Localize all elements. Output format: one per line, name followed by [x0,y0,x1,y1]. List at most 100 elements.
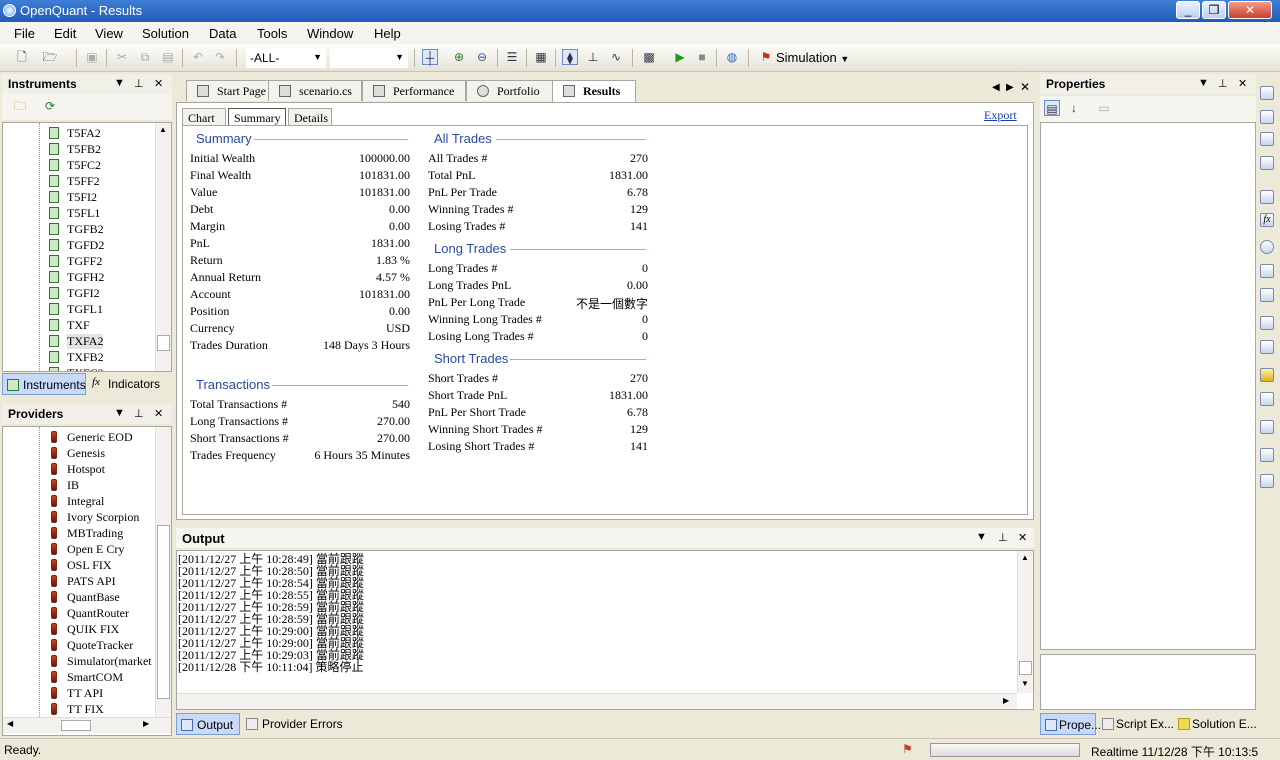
monitor-icon[interactable] [1260,420,1274,434]
menu-file[interactable]: File [14,26,35,41]
menu-view[interactable]: View [95,26,123,41]
calendar-icon[interactable]: ▩ [641,49,657,65]
close-icon[interactable]: ✕ [154,407,163,420]
provider-item[interactable]: Ivory Scorpion [3,509,153,525]
provider-item[interactable]: OSL FIX [3,557,153,573]
export-icon[interactable] [1260,392,1274,406]
lock-icon[interactable] [1260,340,1274,354]
provider-item[interactable]: Genesis [3,445,153,461]
output-scrollbar[interactable]: ▲ ▼ [1017,551,1033,693]
pin-icon[interactable]: ⊥ [134,407,144,420]
panel-menu-icon[interactable]: ▼ [1198,77,1209,89]
provider-item[interactable]: TT API [3,685,153,701]
instrument-item[interactable]: TGFI2 [3,285,153,301]
tab-properties[interactable]: Prope... [1040,713,1101,735]
panel-menu-icon[interactable]: ▼ [976,531,987,543]
instruments-icon[interactable] [1260,190,1274,204]
sort-alpha-icon[interactable]: ↓ [1066,100,1082,116]
tab-provider-errors[interactable]: Provider Errors [242,713,346,735]
instrument-item[interactable]: TXFC2 [3,365,153,371]
instrument-item[interactable]: TXFA2 [3,333,153,349]
tab-script-explorer[interactable]: Script Ex... [1098,713,1174,735]
instrument-item[interactable]: T5FA2 [3,125,153,141]
cut-icon[interactable]: ✂ [114,49,130,65]
grid-chart-icon[interactable]: ▦ [533,49,549,65]
provider-item[interactable]: MBTrading [3,525,153,541]
providers-hscrollbar[interactable]: ◀ ▶ [3,717,171,733]
stop-icon[interactable]: ■ [694,49,710,65]
instruments-scrollbar[interactable]: ▲ [155,123,171,371]
close-window-button[interactable]: ✕ [1228,1,1272,19]
provider-item[interactable]: Hotspot [3,461,153,477]
instrument-item[interactable]: TXFB2 [3,349,153,365]
folder-icon[interactable]: 🗀 [12,98,28,114]
providers-scrollbar[interactable] [155,427,171,717]
instrument-item[interactable]: TGFH2 [3,269,153,285]
copy-icon[interactable]: ⧉ [137,49,153,65]
globe-icon[interactable]: ◍ [724,49,740,65]
candlestick-icon[interactable]: ⧫ [562,49,578,65]
menu-edit[interactable]: Edit [54,26,76,41]
instrument-item[interactable]: T5FC2 [3,157,153,173]
instrument-item[interactable]: T5FL1 [3,205,153,221]
menu-solution[interactable]: Solution [142,26,189,41]
close-document-icon[interactable]: ✕ [1020,80,1030,94]
refresh-icon[interactable]: ⟳ [42,98,58,114]
clock-icon[interactable] [1260,240,1274,254]
notes-icon[interactable] [1260,448,1274,462]
function-icon[interactable]: fx [1260,213,1274,227]
provider-item[interactable]: Simulator(market d [3,653,153,669]
list-icon[interactable]: ☰ [504,49,520,65]
close-icon[interactable]: ✕ [154,77,163,90]
document-icon[interactable] [1260,288,1274,302]
tab-solution-explorer[interactable]: Solution E... [1174,713,1257,735]
instrument-filter-select[interactable]: -ALL- ▼ [246,48,326,68]
subtab-summary[interactable]: Summary [228,108,286,126]
categorized-icon[interactable]: ▤ [1044,100,1060,116]
instrument-item[interactable]: TGFF2 [3,253,153,269]
play-icon[interactable]: ▶ [672,49,688,65]
paste-icon[interactable]: ▤ [160,49,176,65]
provider-item[interactable]: QUIK FIX [3,621,153,637]
provider-item[interactable]: QuoteTracker [3,637,153,653]
instrument-item[interactable]: TGFL1 [3,301,153,317]
portfolio-icon[interactable] [1260,264,1274,278]
new-icon[interactable]: 🗋 [14,49,30,65]
close-icon[interactable]: ✕ [1238,77,1247,90]
settings-icon[interactable] [1260,474,1274,488]
secondary-filter-select[interactable]: ▼ [330,48,408,68]
line-chart-icon[interactable]: ∿ [608,49,624,65]
zoom-in-icon[interactable]: ⊕ [451,49,467,65]
data-icon[interactable] [1260,110,1274,124]
tab-start-page[interactable]: Start Page [186,80,270,101]
provider-item[interactable]: SmartCOM [3,669,153,685]
mode-select[interactable]: Simulation ▼ [776,50,849,65]
instrument-item[interactable]: T5FB2 [3,141,153,157]
flag-icon[interactable]: ⚑ [758,49,774,65]
undo-icon[interactable]: ↶ [190,49,206,65]
tab-scroll-right-icon[interactable]: ▶ [1006,82,1014,93]
panel-menu-icon[interactable]: ▼ [114,407,125,419]
subtab-details[interactable]: Details [288,108,332,126]
tab-scenario-cs[interactable]: scenario.cs [268,80,362,101]
minimize-button[interactable]: _ [1176,1,1200,19]
output-hscrollbar[interactable]: ▶ [177,693,1017,709]
instrument-item[interactable]: TGFD2 [3,237,153,253]
provider-item[interactable]: Generic EOD [3,429,153,445]
tab-portfolio[interactable]: Portfolio [466,80,554,101]
provider-item[interactable]: PATS API [3,573,153,589]
tab-instruments[interactable]: Instruments [2,373,86,395]
provider-item[interactable]: TT FIX [3,701,153,717]
provider-item[interactable]: QuantBase [3,589,153,605]
instrument-item[interactable]: TGFB2 [3,221,153,237]
redo-icon[interactable]: ↷ [212,49,228,65]
tab-output[interactable]: Output [176,713,240,735]
instrument-item[interactable]: TXF [3,317,153,333]
provider-item[interactable]: QuantRouter [3,605,153,621]
report-icon[interactable] [1260,132,1274,146]
menu-window[interactable]: Window [307,26,353,41]
pin-icon[interactable]: ⊥ [998,531,1008,544]
menu-help[interactable]: Help [374,26,401,41]
close-icon[interactable]: ✕ [1018,531,1027,544]
tab-results[interactable]: Results [552,80,636,102]
